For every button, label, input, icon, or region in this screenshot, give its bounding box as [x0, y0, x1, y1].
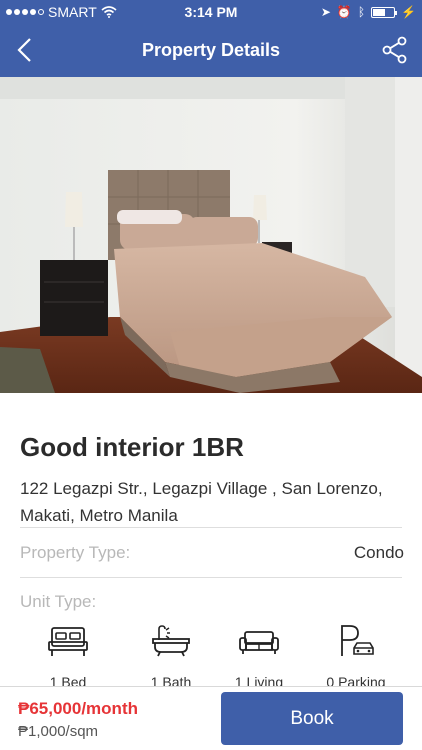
property-type-label: Property Type:: [20, 543, 131, 562]
status-bar: SMART 3:14 PM ➤ ⏰ ᛒ ⚡: [0, 0, 422, 24]
battery-icon: [371, 6, 398, 18]
unit-features: 1 Bed 1 Bath 1 Living 0 Parking: [0, 624, 422, 686]
unit-feature-label: 1 Bath: [150, 674, 192, 686]
share-button[interactable]: [380, 35, 410, 65]
booking-bar: ₱65,000/month ₱1,000/sqm Book: [0, 686, 422, 750]
sofa-icon: [239, 631, 279, 654]
status-left: SMART: [6, 4, 117, 20]
signal-icon: [6, 9, 44, 15]
unit-feature-label: 1 Bed: [49, 674, 87, 686]
property-address: 122 Legazpi Str., Legazpi Village , San …: [20, 479, 383, 525]
unit-feature-living: 1 Living: [214, 624, 304, 686]
bluetooth-icon: ᛒ: [357, 5, 366, 19]
book-button[interactable]: Book: [221, 692, 403, 745]
carrier-name: SMART: [48, 4, 97, 20]
property-title: Good interior 1BR: [20, 432, 244, 462]
page-title: Property Details: [141, 40, 281, 60]
wifi-icon: [101, 6, 117, 18]
unit-feature-parking: 0 Parking: [311, 624, 401, 686]
unit-type-label: Unit Type:: [20, 592, 97, 611]
unit-feature-bath: 1 Bath: [126, 624, 216, 686]
property-photo[interactable]: [0, 77, 422, 393]
property-type-value: Condo: [353, 543, 404, 562]
unit-feature-label: 0 Parking: [326, 674, 386, 686]
charging-icon: ⚡: [401, 5, 416, 19]
bath-icon: [152, 625, 190, 657]
nav-bar: Property Details: [0, 24, 422, 77]
parking-icon: [341, 625, 374, 656]
status-right: ➤ ⏰ ᛒ ⚡: [321, 5, 416, 19]
divider: [20, 577, 402, 578]
location-icon: ➤: [320, 5, 331, 19]
price-per-sqm: ₱1,000/sqm: [18, 723, 99, 740]
bed-icon: [48, 627, 88, 656]
unit-feature-bed: 1 Bed: [23, 624, 113, 686]
chevron-left-icon: [17, 38, 31, 62]
share-icon: [382, 36, 407, 64]
alarm-icon: ⏰: [336, 5, 352, 19]
bedroom-image: [0, 77, 422, 393]
unit-feature-label: 1 Living: [234, 674, 284, 686]
back-button[interactable]: [10, 34, 42, 66]
divider: [20, 527, 402, 528]
monthly-price: ₱65,000/month: [18, 699, 138, 718]
